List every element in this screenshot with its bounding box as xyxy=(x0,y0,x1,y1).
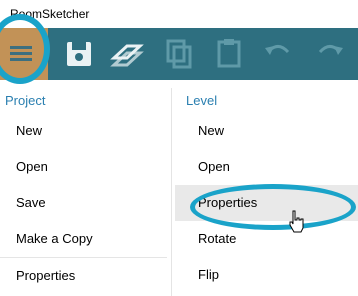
hand-cursor-icon xyxy=(289,210,304,233)
undo-button[interactable] xyxy=(256,28,302,80)
save-button[interactable] xyxy=(56,28,102,80)
project-header: Project xyxy=(5,93,46,108)
project-new[interactable]: New xyxy=(0,113,167,149)
level-flip[interactable]: Flip xyxy=(175,257,358,293)
project-open[interactable]: Open xyxy=(0,149,167,185)
toolbar xyxy=(0,28,358,80)
redo-icon xyxy=(318,45,343,55)
project-column: Project New Open Save Make a Copy Proper… xyxy=(0,89,167,294)
title-bar: RoomSketcher xyxy=(0,0,358,28)
level-header: Level xyxy=(186,93,218,108)
highlight-ring xyxy=(190,184,356,230)
project-make-a-copy[interactable]: Make a Copy xyxy=(0,221,167,257)
copy-button[interactable] xyxy=(156,28,202,80)
copy-icon xyxy=(166,39,192,69)
clipboard-icon xyxy=(217,39,241,68)
project-properties[interactable]: Properties xyxy=(0,257,167,294)
project-save[interactable]: Save xyxy=(0,185,167,221)
layers-button[interactable] xyxy=(104,28,150,80)
layers-icon xyxy=(110,44,144,67)
undo-icon xyxy=(265,45,290,55)
redo-button[interactable] xyxy=(306,28,352,80)
level-new[interactable]: New xyxy=(175,113,358,149)
floppy-disk-icon xyxy=(67,42,91,66)
paste-button[interactable] xyxy=(206,28,252,80)
level-open[interactable]: Open xyxy=(175,149,358,185)
